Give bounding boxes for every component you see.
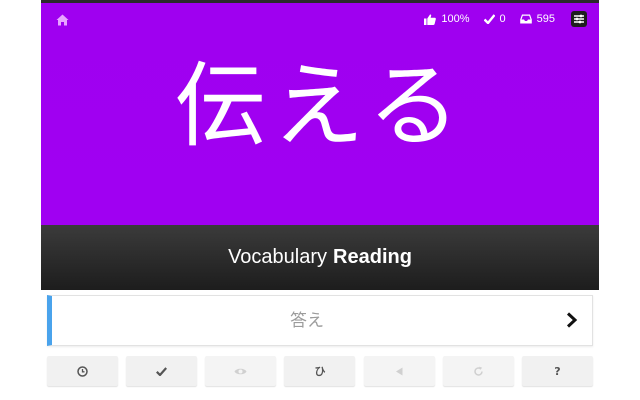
item-type-label: Vocabulary <box>228 246 328 268</box>
answer-form <box>47 295 593 346</box>
question-type-bar: Vocabulary Reading <box>41 225 599 290</box>
home-icon[interactable] <box>56 11 70 26</box>
check-icon <box>156 366 168 376</box>
correct-stat: 0 <box>483 13 506 25</box>
audio-button[interactable] <box>363 356 435 386</box>
audio-icon <box>396 367 403 375</box>
item-info-button[interactable] <box>126 356 198 386</box>
eye-icon <box>234 368 247 374</box>
help-icon: ? <box>554 364 561 378</box>
clock-icon <box>77 365 88 377</box>
accuracy-stat: 100% <box>424 13 470 25</box>
retry-button[interactable] <box>442 356 514 386</box>
answer-input[interactable] <box>52 296 562 345</box>
check-icon <box>483 14 495 24</box>
stats-bar: 100% 0 595 <box>410 10 587 28</box>
action-buttons: ひ ? <box>47 356 593 386</box>
kana-button[interactable]: ひ <box>284 356 356 386</box>
chevron-right-icon <box>566 312 578 328</box>
help-button[interactable]: ? <box>521 356 593 386</box>
hiragana-icon: ひ <box>314 365 326 378</box>
accuracy-value: 100% <box>441 13 470 25</box>
thumbs-up-icon <box>424 13 437 25</box>
last-items-button[interactable] <box>47 356 118 386</box>
item-characters: 伝える <box>174 53 466 160</box>
submit-button[interactable] <box>562 309 582 331</box>
retry-icon <box>474 366 483 376</box>
top-bar: 100% 0 595 <box>41 10 599 28</box>
correct-count: 0 <box>499 13 506 25</box>
menu-icon[interactable] <box>571 11 587 27</box>
question-type-label: Reading <box>333 246 412 268</box>
remaining-stat: 595 <box>519 13 555 25</box>
remaining-count: 595 <box>536 13 555 25</box>
inbox-icon <box>519 14 532 24</box>
review-panel: 100% 0 595 伝える Vocabulary Reading <box>41 0 599 290</box>
show-answer-button[interactable] <box>205 356 277 386</box>
